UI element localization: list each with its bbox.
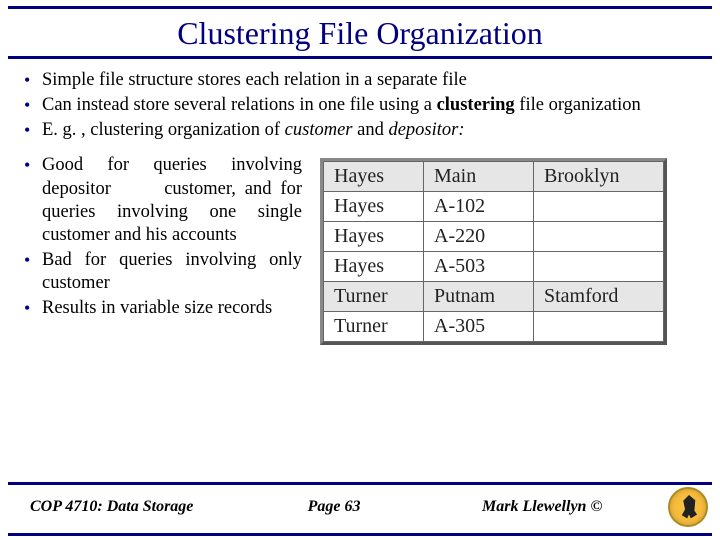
- table-cell: Hayes: [324, 162, 424, 192]
- bullet-item: Simple file structure stores each relati…: [22, 69, 698, 92]
- bullet-item: Results in variable size records: [22, 297, 302, 320]
- bullet-text: file organization: [515, 95, 641, 115]
- table-cell: [534, 192, 664, 222]
- content-area: Simple file structure stores each relati…: [0, 69, 720, 482]
- lower-left-col: Good for queries involving depositor cus…: [22, 154, 302, 350]
- bullet-item: Bad for queries involving only customer: [22, 249, 302, 295]
- bullet-text: and: [353, 120, 389, 140]
- italic-term: customer: [285, 120, 353, 140]
- bold-term: clustering: [437, 95, 515, 115]
- footer-author: Mark Llewellyn ©: [482, 498, 602, 516]
- footer-page: Page 63: [221, 498, 447, 516]
- lower-row: Good for queries involving depositor cus…: [22, 154, 698, 350]
- bullet-text: Results in variable size records: [42, 298, 272, 318]
- bullet-text: E. g. , clustering organization of: [42, 120, 285, 140]
- clustering-table: HayesMainBrooklynHayesA-102HayesA-220Hay…: [323, 161, 664, 342]
- footer-author-wrap: Mark Llewellyn ©: [482, 487, 708, 527]
- table-cell: A-305: [424, 312, 534, 342]
- title-underline: [8, 56, 712, 59]
- table-row: TurnerPutnamStamford: [324, 282, 664, 312]
- footer: COP 4710: Data Storage Page 63 Mark Llew…: [0, 482, 720, 540]
- table-cell: [534, 252, 664, 282]
- slide-title: Clustering File Organization: [0, 9, 720, 56]
- bullet-text: Good for queries involving depositor cus…: [42, 155, 302, 244]
- table-row: HayesA-102: [324, 192, 664, 222]
- footer-rule-top: [8, 482, 712, 485]
- table-cell: A-102: [424, 192, 534, 222]
- table-cell: Turner: [324, 282, 424, 312]
- table-wrapper: HayesMainBrooklynHayesA-102HayesA-220Hay…: [320, 158, 667, 345]
- table-cell: Putnam: [424, 282, 534, 312]
- table-cell: Hayes: [324, 252, 424, 282]
- table-cell: Brooklyn: [534, 162, 664, 192]
- italic-term: depositor:: [388, 120, 464, 140]
- side-bullet-list: Good for queries involving depositor cus…: [22, 154, 302, 320]
- table-row: HayesMainBrooklyn: [324, 162, 664, 192]
- bullet-item: Good for queries involving depositor cus…: [22, 154, 302, 247]
- table-cell: [534, 222, 664, 252]
- footer-rule-bottom: [8, 533, 712, 536]
- table-cell: Hayes: [324, 192, 424, 222]
- bullet-item: Can instead store several relations in o…: [22, 94, 698, 117]
- bullet-item: E. g. , clustering organization of custo…: [22, 119, 698, 142]
- bullet-text: Bad for queries involving only customer: [42, 250, 302, 293]
- table-cell: [534, 312, 664, 342]
- top-bullet-list: Simple file structure stores each relati…: [22, 69, 698, 142]
- slide: Clustering File Organization Simple file…: [0, 0, 720, 540]
- ucf-logo-icon: [668, 487, 708, 527]
- bullet-text: Can instead store several relations in o…: [42, 95, 437, 115]
- table-row: HayesA-503: [324, 252, 664, 282]
- table-row: HayesA-220: [324, 222, 664, 252]
- table-cell: A-503: [424, 252, 534, 282]
- lower-right-col: HayesMainBrooklynHayesA-102HayesA-220Hay…: [320, 154, 698, 350]
- table-row: TurnerA-305: [324, 312, 664, 342]
- table-cell: Turner: [324, 312, 424, 342]
- table-cell: Stamford: [534, 282, 664, 312]
- table-cell: Main: [424, 162, 534, 192]
- table-cell: Hayes: [324, 222, 424, 252]
- footer-row: COP 4710: Data Storage Page 63 Mark Llew…: [0, 487, 720, 531]
- table-cell: A-220: [424, 222, 534, 252]
- bullet-text: Simple file structure stores each relati…: [42, 70, 467, 90]
